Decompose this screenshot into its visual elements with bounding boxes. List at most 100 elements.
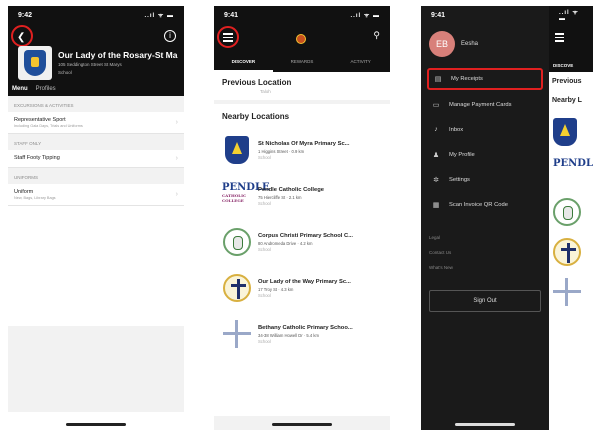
item-title: Uniform — [14, 189, 34, 195]
list-item[interactable]: Uniform New, Bags, Library Bags › — [8, 184, 184, 206]
school-name: Our Lady of the Rosary-St Mar... — [58, 50, 178, 60]
menu-item-scan-invoice-qr[interactable]: ▦ Scan Invoice QR Code — [421, 192, 549, 217]
location-name: Pendle Catholic College — [258, 186, 325, 193]
location-address: 17 Troy St · 4.3 km — [258, 286, 294, 292]
section-header: STAFF ONLY — [8, 134, 184, 150]
menu-item-my-receipts[interactable]: ▤ My Receipts — [427, 68, 543, 90]
home-indicator — [272, 423, 332, 426]
menu-item-label: Manage Payment Cards — [449, 101, 512, 108]
cross-logo-icon — [553, 238, 581, 266]
status-time: 9:41 — [224, 11, 239, 19]
school-logo — [553, 118, 589, 150]
location-type: School — [258, 154, 271, 160]
school-logo — [222, 226, 252, 258]
phone-school-menu: 9:42 ..ıl ᯤ ▬ ❮ i Our Lady of the Rosary… — [8, 6, 184, 430]
menu-item-label: My Receipts — [451, 76, 483, 82]
sign-out-button[interactable]: Sign Out — [429, 290, 541, 312]
school-header: 9:42 ..ıl ᯤ ▬ ❮ i Our Lady of the Rosary… — [8, 6, 184, 96]
location-item[interactable]: St Nicholas Of Myra Primary Sc... 1 Higg… — [214, 127, 390, 173]
tab-discover[interactable]: DISCOVER — [214, 56, 273, 72]
location-address: 34-38 William Howell Dr · 5.4 km — [258, 332, 319, 338]
chevron-right-icon: › — [175, 118, 178, 126]
location-item[interactable]: Bethany Catholic Primary Schoo... 34-38 … — [214, 311, 390, 357]
menu-item-inbox[interactable]: ♪ Inbox — [421, 117, 549, 142]
location-address: 1 Higgins Street · 0.9 km — [258, 148, 305, 154]
school-logo — [553, 278, 589, 310]
location-name: Bethany Catholic Primary Schoo... — [258, 324, 353, 331]
pendle-logo-text: PENDLE — [553, 158, 593, 169]
school-tabs: Menu Profiles — [8, 82, 56, 96]
profile-name: Eesha — [461, 41, 479, 47]
behind-content[interactable]: ..ıl ᯤ ▬ DISCOVE Previous Nearby L PENDL… — [549, 6, 593, 430]
compass-logo-icon — [553, 278, 581, 306]
side-drawer: 9:41 EB Eesha ▤ My Receipts ▭ Manage Pay… — [421, 6, 549, 430]
tab-rewards[interactable]: REWARDS — [273, 56, 332, 72]
menu-item-my-profile[interactable]: ♟ My Profile — [421, 142, 549, 167]
school-type: School — [58, 70, 72, 75]
footer-links: Legal Contact Us What's New — [421, 235, 549, 280]
home-indicator — [455, 423, 515, 426]
menu-item-label: Inbox — [449, 126, 464, 133]
info-icon[interactable]: i — [164, 30, 176, 42]
status-time: 9:41 — [431, 11, 446, 19]
home-indicator — [66, 423, 126, 426]
profile-header[interactable]: EB Eesha — [421, 24, 549, 64]
status-bar: ..ıl ᯤ ▬ — [549, 6, 593, 24]
previous-location[interactable]: Previous Location Taloh — [214, 72, 390, 104]
tab-activity[interactable]: ACTIVITY — [331, 56, 390, 72]
menu-item-label: My Profile — [449, 151, 475, 158]
location-name: Corpus Christi Primary School C... — [258, 232, 354, 239]
hamburger-menu-icon — [555, 33, 564, 44]
location-address: 75 Hiercliffe St · 2.1 km — [258, 194, 302, 200]
list-item[interactable]: Staff Footy Tipping › — [8, 150, 184, 168]
main-tabs: DISCOVER REWARDS ACTIVITY — [214, 56, 390, 72]
nearby-locations-title: Nearby L — [552, 97, 582, 104]
gear-icon: ✲ — [433, 176, 439, 184]
list-item[interactable]: Representative Sport Including Gala Days… — [8, 112, 184, 134]
section-header: UNIFORMS — [8, 168, 184, 184]
link-contact-us[interactable]: Contact Us — [429, 250, 549, 265]
item-title: Staff Footy Tipping — [14, 155, 60, 161]
location-type: School — [258, 292, 271, 298]
tab-discover: DISCOVE — [553, 63, 574, 68]
school-logo — [553, 238, 589, 270]
menu-item-label: Settings — [449, 176, 470, 183]
qr-icon: ▦ — [432, 201, 440, 209]
pendle-logo-icon: PENDLE — [553, 158, 593, 186]
school-address: 105 Seddington Street St Marys — [58, 62, 122, 67]
location-item[interactable]: PENDLE CATHOLIC COLLEGE Pendle Catholic C… — [214, 173, 390, 219]
status-bar: 9:41 — [421, 6, 549, 24]
previous-location-name: Taloh — [260, 89, 271, 94]
location-type: School — [258, 338, 271, 344]
phone-side-drawer: 9:41 EB Eesha ▤ My Receipts ▭ Manage Pay… — [421, 6, 593, 430]
school-logo: PENDLE CATHOLIC COLLEGE — [222, 180, 270, 212]
tab-profiles[interactable]: Profiles — [36, 86, 56, 92]
location-item[interactable]: Corpus Christi Primary School C... 80 An… — [214, 219, 390, 265]
search-icon[interactable]: ⚲ — [373, 30, 380, 41]
menu-item-manage-payment-cards[interactable]: ▭ Manage Payment Cards — [421, 92, 549, 117]
status-icons: ..ıl ᯤ ▬ — [350, 13, 380, 19]
link-whats-new[interactable]: What's New — [429, 265, 549, 280]
previous-location-title: Previous — [552, 78, 582, 85]
location-item[interactable]: Our Lady of the Way Primary Sc... 17 Tro… — [214, 265, 390, 311]
location-type: School — [258, 246, 271, 252]
circle-logo-icon — [553, 198, 581, 226]
menu-list: EXCURSIONS & ACTIVITIES Representative S… — [8, 96, 184, 412]
status-bar: 9:41 ..ıl ᯤ ▬ — [214, 6, 390, 24]
avatar: EB — [429, 31, 455, 57]
location-address: 80 Andromeda Drive · 4.2 km — [258, 240, 313, 246]
receipt-icon: ▤ — [434, 76, 442, 83]
link-legal[interactable]: Legal — [429, 235, 549, 250]
previous-location-title: Previous Location — [222, 78, 292, 87]
pendle-logo-subtext: CATHOLIC COLLEGE — [222, 193, 247, 203]
school-logo: PENDLE — [553, 158, 593, 190]
school-logo — [222, 134, 252, 166]
app-logo-icon — [296, 34, 306, 44]
card-icon: ▭ — [432, 101, 440, 109]
tab-menu[interactable]: Menu — [12, 86, 28, 92]
menu-item-settings[interactable]: ✲ Settings — [421, 167, 549, 192]
hamburger-menu-icon[interactable] — [223, 33, 233, 44]
back-arrow-icon[interactable]: ❮ — [17, 32, 25, 43]
pendle-logo-icon: PENDLE CATHOLIC COLLEGE — [222, 182, 270, 210]
phone-discover: 9:41 ..ıl ᯤ ▬ ⚲ DISCOVER REWARDS ACTIVIT… — [214, 6, 390, 430]
